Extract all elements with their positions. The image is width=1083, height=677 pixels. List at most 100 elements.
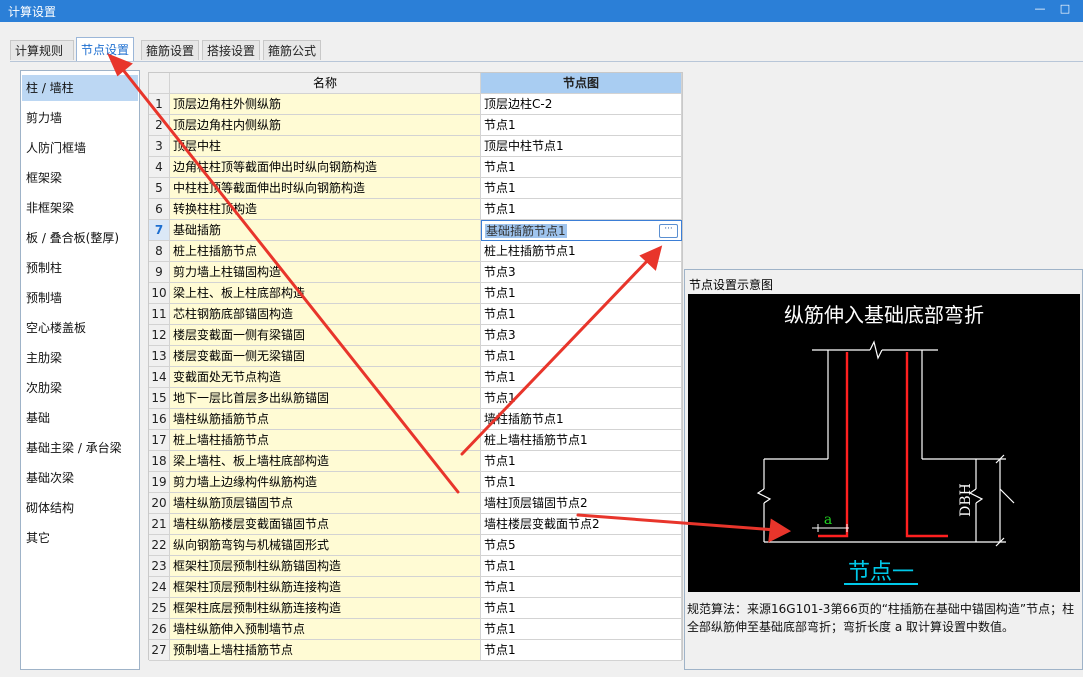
row-name: 墙柱纵筋楼层变截面锚固节点: [170, 514, 481, 535]
row-node[interactable]: 桩上柱插筋节点1: [481, 241, 682, 262]
sidebar-item-secondary-rib-beam[interactable]: 次肋梁: [22, 375, 138, 401]
row-node[interactable]: 节点1: [481, 598, 682, 619]
row-node[interactable]: 节点1: [481, 157, 682, 178]
sidebar-item-main-rib-beam[interactable]: 主肋梁: [22, 345, 138, 371]
row-node[interactable]: 节点1: [481, 346, 682, 367]
table-row[interactable]: 17 桩上墙柱插筋节点 桩上墙柱插筋节点1: [149, 430, 682, 451]
header-node-diagram[interactable]: 节点图: [481, 73, 682, 94]
row-node[interactable]: 节点1: [481, 472, 682, 493]
table-row[interactable]: 8 桩上柱插筋节点 桩上柱插筋节点1: [149, 241, 682, 262]
row-number: 2: [149, 115, 170, 136]
row-node[interactable]: 顶层边柱C-2: [481, 94, 682, 115]
sidebar-item-other[interactable]: 其它: [22, 525, 138, 551]
table-row[interactable]: 24 框架柱顶层预制柱纵筋连接构造 节点1: [149, 577, 682, 598]
table-row[interactable]: 11 芯柱钢筋底部锚固构造 节点1: [149, 304, 682, 325]
header-name[interactable]: 名称: [170, 73, 481, 94]
sidebar-item-frame-beam[interactable]: 框架梁: [22, 165, 138, 191]
tab-calc-rules[interactable]: 计算规则: [10, 40, 74, 60]
table-row[interactable]: 25 框架柱底层预制柱纵筋连接构造 节点1: [149, 598, 682, 619]
row-name: 墙柱纵筋插筋节点: [170, 409, 481, 430]
sidebar-item-hollow-slab[interactable]: 空心楼盖板: [22, 315, 138, 341]
row-node[interactable]: 墙柱顶层锚固节点2: [481, 493, 682, 514]
row-number: 14: [149, 367, 170, 388]
row-node[interactable]: 桩上墙柱插筋节点1: [481, 430, 682, 451]
table-row[interactable]: 22 纵向钢筋弯钩与机械锚固形式 节点5: [149, 535, 682, 556]
row-node[interactable]: 节点1: [481, 556, 682, 577]
row-node[interactable]: 节点1: [481, 199, 682, 220]
row-node[interactable]: 节点1: [481, 451, 682, 472]
row-name: 边角柱柱顶等截面伸出时纵向钢筋构造: [170, 157, 481, 178]
table-row[interactable]: 2 顶层边角柱内侧纵筋 节点1: [149, 115, 682, 136]
table-row[interactable]: 13 楼层变截面一侧无梁锚固 节点1: [149, 346, 682, 367]
table-row[interactable]: 14 变截面处无节点构造 节点1: [149, 367, 682, 388]
row-node[interactable]: 节点1: [481, 388, 682, 409]
minimize-icon[interactable]: —: [1030, 2, 1050, 20]
table-row[interactable]: 23 框架柱顶层预制柱纵筋锚固构造 节点1: [149, 556, 682, 577]
row-node[interactable]: 墙柱楼层变截面节点2: [481, 514, 682, 535]
node-preview-panel: 节点设置示意图 纵筋伸入基础底部弯折 a DBH 节点一 规范算法：来源16G1…: [684, 269, 1083, 670]
row-name: 梁上柱、板上柱底部构造: [170, 283, 481, 304]
row-name: 墙柱纵筋顶层锚固节点: [170, 493, 481, 514]
row-node[interactable]: 节点1: [481, 115, 682, 136]
tab-stirrup-settings[interactable]: 箍筋设置: [141, 40, 199, 60]
tab-lap-settings[interactable]: 搭接设置: [202, 40, 260, 60]
row-node[interactable]: 节点1: [481, 640, 682, 661]
sidebar-item-civil-defense-frame[interactable]: 人防门框墙: [22, 135, 138, 161]
tab-node-settings[interactable]: 节点设置: [76, 37, 134, 61]
row-name: 剪力墙上柱锚固构造: [170, 262, 481, 283]
table-row[interactable]: 10 梁上柱、板上柱底部构造 节点1: [149, 283, 682, 304]
tab-stirrup-formula[interactable]: 箍筋公式: [263, 40, 321, 60]
grid-header-row: 名称 节点图: [149, 73, 682, 94]
row-number: 16: [149, 409, 170, 430]
row-node[interactable]: 节点1: [481, 619, 682, 640]
row-node[interactable]: 节点1: [481, 577, 682, 598]
row-name: 楼层变截面一侧无梁锚固: [170, 346, 481, 367]
sidebar-item-foundation-secondary-beam[interactable]: 基础次梁: [22, 465, 138, 491]
table-row-selected[interactable]: 7 基础插筋 基础插筋节点1 ···: [149, 220, 682, 241]
table-row[interactable]: 6 转换柱柱顶构造 节点1: [149, 199, 682, 220]
sidebar-item-foundation-main-beam[interactable]: 基础主梁 / 承台梁: [22, 435, 138, 461]
table-row[interactable]: 15 地下一层比首层多出纵筋锚固 节点1: [149, 388, 682, 409]
table-row[interactable]: 5 中柱柱顶等截面伸出时纵向钢筋构造 节点1: [149, 178, 682, 199]
sidebar-item-foundation[interactable]: 基础: [22, 405, 138, 431]
row-node[interactable]: 节点3: [481, 262, 682, 283]
table-row[interactable]: 9 剪力墙上柱锚固构造 节点3: [149, 262, 682, 283]
table-row[interactable]: 4 边角柱柱顶等截面伸出时纵向钢筋构造 节点1: [149, 157, 682, 178]
sidebar-item-masonry[interactable]: 砌体结构: [22, 495, 138, 521]
row-number: 3: [149, 136, 170, 157]
table-row[interactable]: 26 墙柱纵筋伸入预制墙节点 节点1: [149, 619, 682, 640]
table-row[interactable]: 19 剪力墙上边缘构件纵筋构造 节点1: [149, 472, 682, 493]
table-row[interactable]: 3 顶层中柱 顶层中柱节点1: [149, 136, 682, 157]
table-row[interactable]: 16 墙柱纵筋插筋节点 墙柱插筋节点1: [149, 409, 682, 430]
row-name: 楼层变截面一侧有梁锚固: [170, 325, 481, 346]
sidebar-item-precast-wall[interactable]: 预制墙: [22, 285, 138, 311]
row-name: 地下一层比首层多出纵筋锚固: [170, 388, 481, 409]
table-row[interactable]: 18 梁上墙柱、板上墙柱底部构造 节点1: [149, 451, 682, 472]
ellipsis-button[interactable]: ···: [659, 224, 678, 238]
row-node[interactable]: 节点3: [481, 325, 682, 346]
node-settings-grid: 名称 节点图 1 顶层边角柱外侧纵筋 顶层边柱C-2 2 顶层边角柱内侧纵筋 节…: [148, 72, 683, 661]
row-node[interactable]: 节点5: [481, 535, 682, 556]
row-node[interactable]: 墙柱插筋节点1: [481, 409, 682, 430]
selected-node-value[interactable]: 基础插筋节点1: [485, 224, 567, 238]
table-row[interactable]: 12 楼层变截面一侧有梁锚固 节点3: [149, 325, 682, 346]
sidebar-item-precast-column[interactable]: 预制柱: [22, 255, 138, 281]
maximize-icon[interactable]: □: [1055, 2, 1075, 20]
table-row[interactable]: 27 预制墙上墙柱插筋节点 节点1: [149, 640, 682, 661]
row-node[interactable]: 节点1: [481, 283, 682, 304]
row-node[interactable]: 节点1: [481, 367, 682, 388]
table-row[interactable]: 21 墙柱纵筋楼层变截面锚固节点 墙柱楼层变截面节点2: [149, 514, 682, 535]
window-title: 计算设置: [8, 5, 57, 19]
column-outline: [756, 340, 1015, 547]
row-node-editor[interactable]: 基础插筋节点1 ···: [481, 220, 682, 241]
row-node[interactable]: 节点1: [481, 178, 682, 199]
sidebar-item-column[interactable]: 柱 / 墙柱: [22, 75, 138, 101]
table-row[interactable]: 20 墙柱纵筋顶层锚固节点 墙柱顶层锚固节点2: [149, 493, 682, 514]
row-name: 框架柱顶层预制柱纵筋连接构造: [170, 577, 481, 598]
sidebar-item-slab[interactable]: 板 / 叠合板(整厚): [22, 225, 138, 251]
row-node[interactable]: 顶层中柱节点1: [481, 136, 682, 157]
row-node[interactable]: 节点1: [481, 304, 682, 325]
table-row[interactable]: 1 顶层边角柱外侧纵筋 顶层边柱C-2: [149, 94, 682, 115]
sidebar-item-non-frame-beam[interactable]: 非框架梁: [22, 195, 138, 221]
sidebar-item-shear-wall[interactable]: 剪力墙: [22, 105, 138, 131]
